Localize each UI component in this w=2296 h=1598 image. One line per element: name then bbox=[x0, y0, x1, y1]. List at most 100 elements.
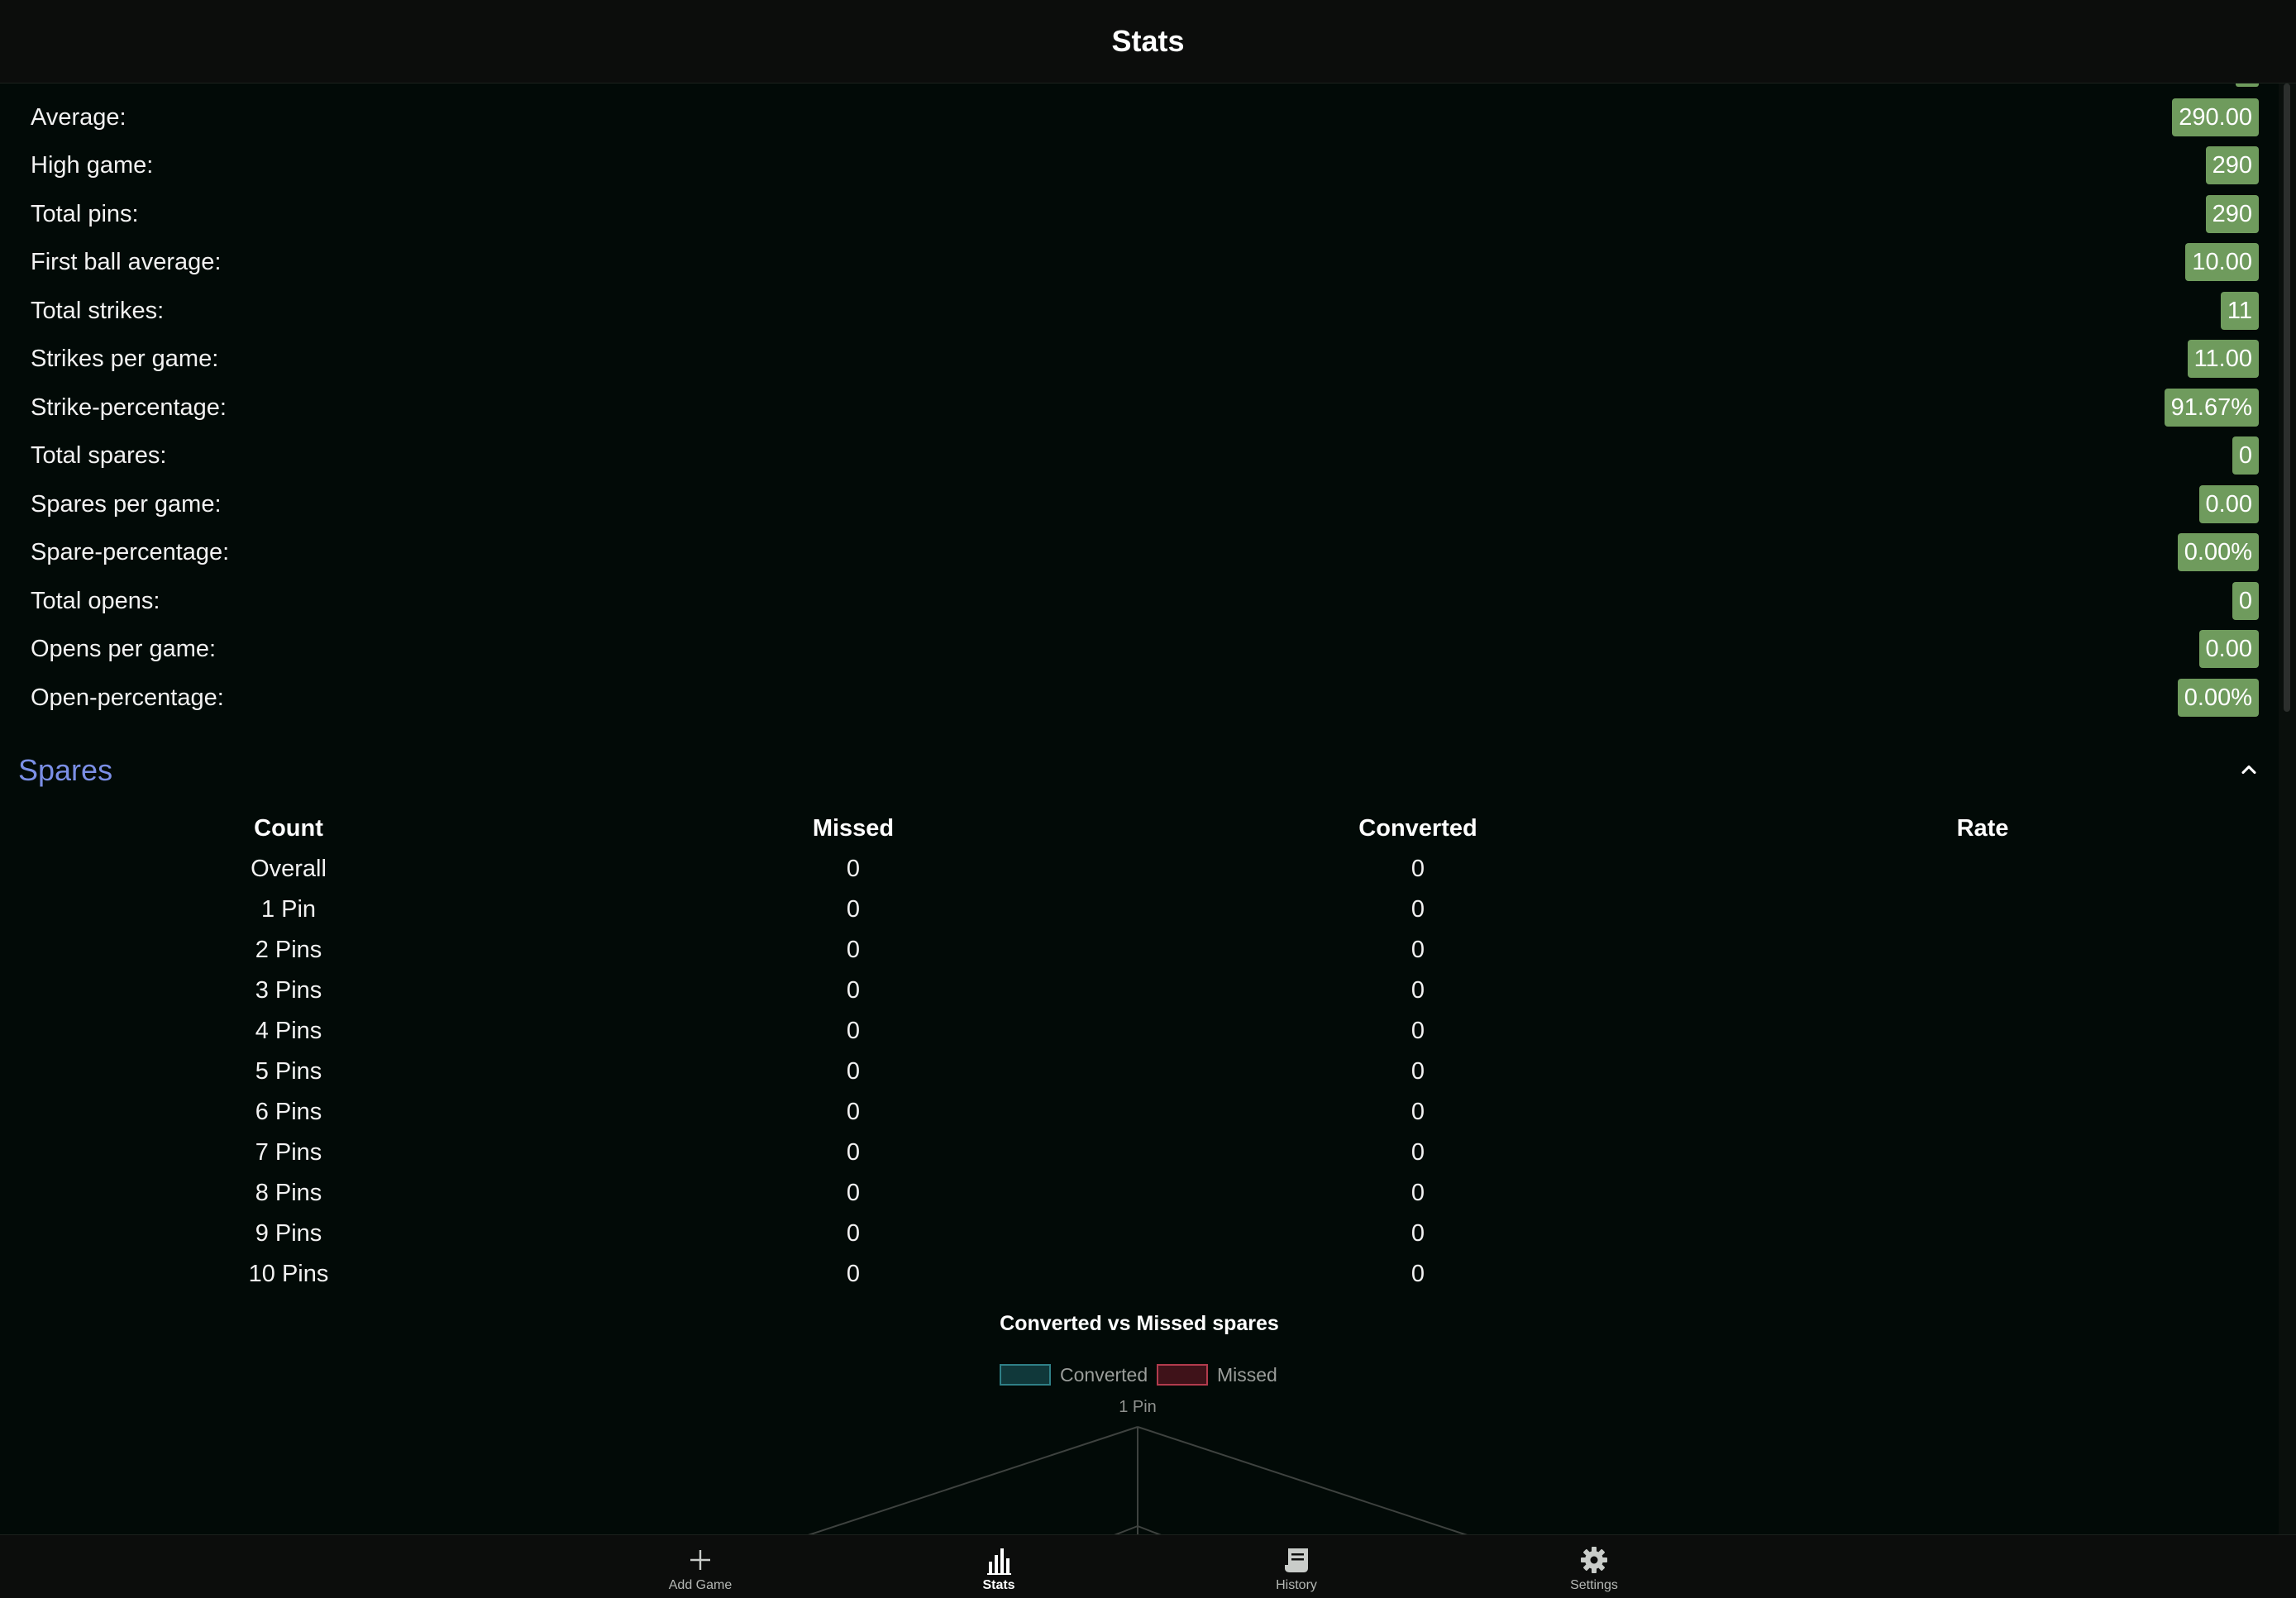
stat-row-strikes-per-game: Strikes per game: 11.00 bbox=[0, 335, 2279, 383]
partial-stat-badge bbox=[2236, 83, 2259, 87]
nav-settings[interactable]: Settings bbox=[1511, 1535, 1677, 1598]
cell-count: 1 Pin bbox=[260, 896, 317, 923]
radar-web-right bbox=[1137, 1426, 1468, 1534]
stat-value-badge: 11.00 bbox=[2187, 340, 2259, 378]
stat-row-total-strikes: Total strikes: 11 bbox=[0, 287, 2279, 335]
app-header: Stats bbox=[0, 0, 2296, 83]
chart-legend[interactable]: Converted Missed bbox=[1000, 1364, 1277, 1386]
cell-missed: 0 bbox=[846, 1018, 861, 1044]
radar-grid bbox=[808, 1426, 1468, 1534]
cell-count: 7 Pins bbox=[255, 1139, 322, 1166]
cell-count: 6 Pins bbox=[255, 1099, 322, 1125]
cell-missed: 0 bbox=[846, 1139, 861, 1166]
stat-value-badge: 290.00 bbox=[2172, 98, 2259, 136]
stat-value-badge: 0.00% bbox=[2177, 533, 2259, 571]
scrollbar-thumb[interactable] bbox=[2284, 83, 2290, 712]
stat-row-spare-percentage: Spare-percentage: 0.00% bbox=[0, 528, 2279, 576]
nav-history[interactable]: History bbox=[1214, 1535, 1379, 1598]
plus-icon bbox=[690, 1550, 710, 1570]
gear-icon bbox=[1581, 1547, 1607, 1573]
cell-missed: 0 bbox=[846, 856, 861, 882]
stat-value-badge: 290 bbox=[2205, 146, 2259, 184]
nav-label: Add Game bbox=[668, 1578, 733, 1592]
stat-row-first-ball-average: First ball average: 10.00 bbox=[0, 238, 2279, 286]
nav-add-game[interactable]: Add Game bbox=[618, 1535, 783, 1598]
cell-count: 5 Pins bbox=[255, 1058, 322, 1085]
table-row: Overall 0 0 bbox=[0, 849, 2279, 890]
cell-count: Overall bbox=[251, 856, 327, 882]
stat-row-opens-per-game: Opens per game: 0.00 bbox=[0, 625, 2279, 673]
stat-label: Open-percentage: bbox=[31, 685, 224, 711]
spares-section-header[interactable]: Spares bbox=[0, 742, 2279, 801]
stat-label: Spare-percentage: bbox=[31, 539, 230, 565]
bottom-navigation: Add Game Stats History Settings bbox=[0, 1534, 2296, 1598]
cell-missed: 0 bbox=[846, 1058, 861, 1085]
cell-converted: 0 bbox=[1411, 1180, 1425, 1206]
table-row: 10 Pins 0 0 bbox=[0, 1254, 2279, 1295]
cell-converted: 0 bbox=[1411, 1018, 1425, 1044]
stat-value-badge: 10.00 bbox=[2185, 243, 2259, 281]
stat-value-badge: 0.00 bbox=[2198, 630, 2259, 668]
cell-converted: 0 bbox=[1411, 856, 1425, 882]
stat-label: Strikes per game: bbox=[31, 346, 219, 372]
table-row: 1 Pin 0 0 bbox=[0, 890, 2279, 930]
scrollbar[interactable] bbox=[2279, 83, 2296, 1534]
table-row: 3 Pins 0 0 bbox=[0, 971, 2279, 1011]
column-header-rate: Rate bbox=[1956, 815, 2009, 842]
cell-count: 3 Pins bbox=[255, 977, 322, 1004]
stat-label: First ball average: bbox=[31, 249, 222, 275]
cell-count: 2 Pins bbox=[255, 937, 322, 963]
stat-row-open-percentage: Open-percentage: 0.00% bbox=[0, 674, 2279, 722]
stat-label: Total pins: bbox=[31, 201, 139, 227]
stat-row-strike-percentage: Strike-percentage: 91.67% bbox=[0, 384, 2279, 432]
legend-swatch-converted bbox=[1000, 1364, 1051, 1386]
stat-row-spares-per-game: Spares per game: 0.00 bbox=[0, 480, 2279, 528]
cell-missed: 0 bbox=[846, 937, 861, 963]
stat-value-badge: 0 bbox=[2232, 436, 2259, 475]
cell-missed: 0 bbox=[846, 1261, 861, 1287]
cell-converted: 0 bbox=[1411, 1058, 1425, 1085]
nav-label: Stats bbox=[982, 1578, 1015, 1592]
radar-inner-web-right bbox=[1137, 1525, 1162, 1534]
cell-count: 10 Pins bbox=[248, 1261, 329, 1287]
stat-row-total-opens: Total opens: 0 bbox=[0, 577, 2279, 625]
nav-stats[interactable]: Stats bbox=[916, 1535, 1081, 1598]
cell-converted: 0 bbox=[1411, 977, 1425, 1004]
legend-label-converted: Converted bbox=[1060, 1364, 1148, 1386]
stat-label: Average: bbox=[31, 104, 126, 131]
stat-label: Strike-percentage: bbox=[31, 394, 227, 421]
column-header-missed: Missed bbox=[812, 815, 895, 842]
legend-label-missed: Missed bbox=[1217, 1364, 1277, 1386]
cell-count: 8 Pins bbox=[255, 1180, 322, 1206]
cell-missed: 0 bbox=[846, 1099, 861, 1125]
radar-inner-web-left bbox=[1114, 1525, 1138, 1534]
table-row: 4 Pins 0 0 bbox=[0, 1011, 2279, 1052]
nav-label: History bbox=[1276, 1578, 1317, 1592]
cell-converted: 0 bbox=[1411, 1139, 1425, 1166]
table-row: 7 Pins 0 0 bbox=[0, 1133, 2279, 1173]
nav-label: Settings bbox=[1570, 1578, 1618, 1592]
cell-converted: 0 bbox=[1411, 937, 1425, 963]
stat-row-total-pins: Total pins: 290 bbox=[0, 190, 2279, 238]
stat-label: High game: bbox=[31, 152, 154, 179]
stat-value-badge: 290 bbox=[2205, 195, 2259, 233]
cell-converted: 0 bbox=[1411, 1261, 1425, 1287]
radar-web-left bbox=[808, 1426, 1138, 1534]
table-row: 9 Pins 0 0 bbox=[0, 1214, 2279, 1254]
bar-chart-icon bbox=[987, 1548, 1011, 1575]
cell-converted: 0 bbox=[1411, 1220, 1425, 1247]
stat-value-badge: 0 bbox=[2232, 582, 2259, 620]
cell-count: 9 Pins bbox=[255, 1220, 322, 1247]
stat-value-badge: 91.67% bbox=[2164, 389, 2259, 427]
stats-content[interactable]: Average: 290.00 High game: 290 Total pin… bbox=[0, 83, 2279, 1534]
receipt-icon bbox=[1285, 1548, 1308, 1572]
radar-axis-label: 1 Pin bbox=[1119, 1398, 1157, 1416]
cell-missed: 0 bbox=[846, 896, 861, 923]
cell-converted: 0 bbox=[1411, 896, 1425, 923]
chevron-up-icon[interactable] bbox=[2237, 758, 2260, 781]
column-header-count: Count bbox=[254, 815, 323, 842]
stat-value-badge: 11 bbox=[2220, 292, 2259, 330]
legend-swatch-missed bbox=[1157, 1364, 1208, 1386]
table-row: 2 Pins 0 0 bbox=[0, 930, 2279, 971]
stat-label: Opens per game: bbox=[31, 636, 217, 662]
